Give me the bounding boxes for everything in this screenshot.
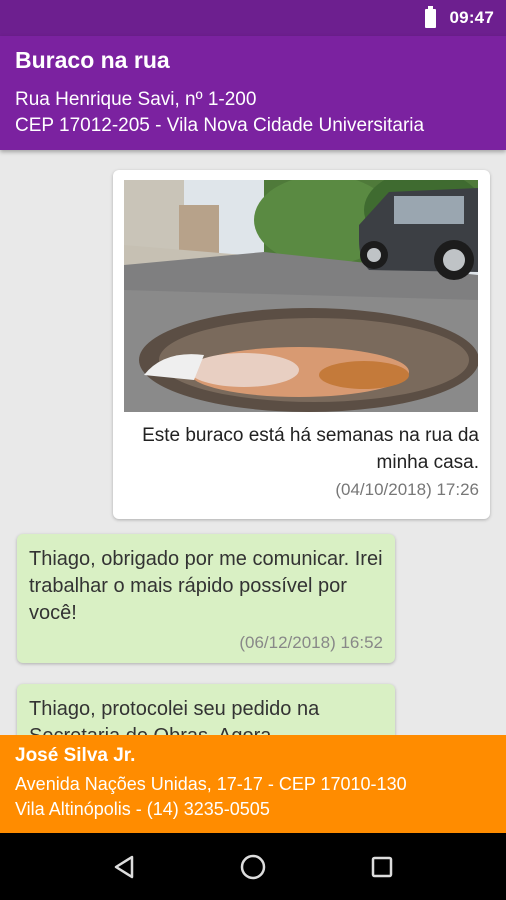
status-bar: 09:47 [0, 0, 506, 36]
outgoing-message[interactable]: Este buraco está há semanas na rua da mi… [113, 170, 490, 519]
recents-icon[interactable] [362, 847, 402, 887]
message-text: Thiago, protocolei seu pedido na Secreta… [29, 698, 320, 735]
message-text: Este buraco está há semanas na rua da mi… [142, 425, 479, 473]
navigation-bar [0, 833, 506, 900]
status-time: 09:47 [449, 8, 494, 27]
home-icon[interactable] [233, 847, 273, 887]
message-timestamp: (04/10/2018) 17:26 [335, 480, 479, 499]
app-bar: Buraco na rua Rua Henrique Savi, nº 1-20… [0, 36, 506, 150]
contact-footer[interactable]: José Silva Jr. Avenida Nações Unidas, 17… [0, 735, 506, 833]
chat-list[interactable]: Este buraco está há semanas na rua da mi… [0, 150, 506, 735]
battery-icon [424, 5, 436, 28]
contact-location-phone: Vila Altinópolis - (14) 3235-0505 [15, 799, 270, 819]
back-icon[interactable] [104, 847, 144, 887]
message-text: Thiago, obrigado por me comunicar. Irei … [29, 548, 383, 624]
pothole-photo[interactable] [124, 180, 478, 412]
contact-name: José Silva Jr. [15, 745, 136, 766]
address-line-1: Rua Henrique Savi, nº 1-200 [15, 89, 257, 110]
contact-address: Avenida Nações Unidas, 17-17 - CEP 17010… [15, 774, 407, 794]
message-timestamp: (06/12/2018) 16:52 [239, 633, 383, 652]
incoming-message[interactable]: Thiago, protocolei seu pedido na Secreta… [17, 684, 395, 735]
address-line-2: CEP 17012-205 - Vila Nova Cidade Univers… [15, 115, 425, 136]
incoming-message[interactable]: Thiago, obrigado por me comunicar. Irei … [17, 534, 395, 663]
page-title: Buraco na rua [15, 47, 170, 73]
